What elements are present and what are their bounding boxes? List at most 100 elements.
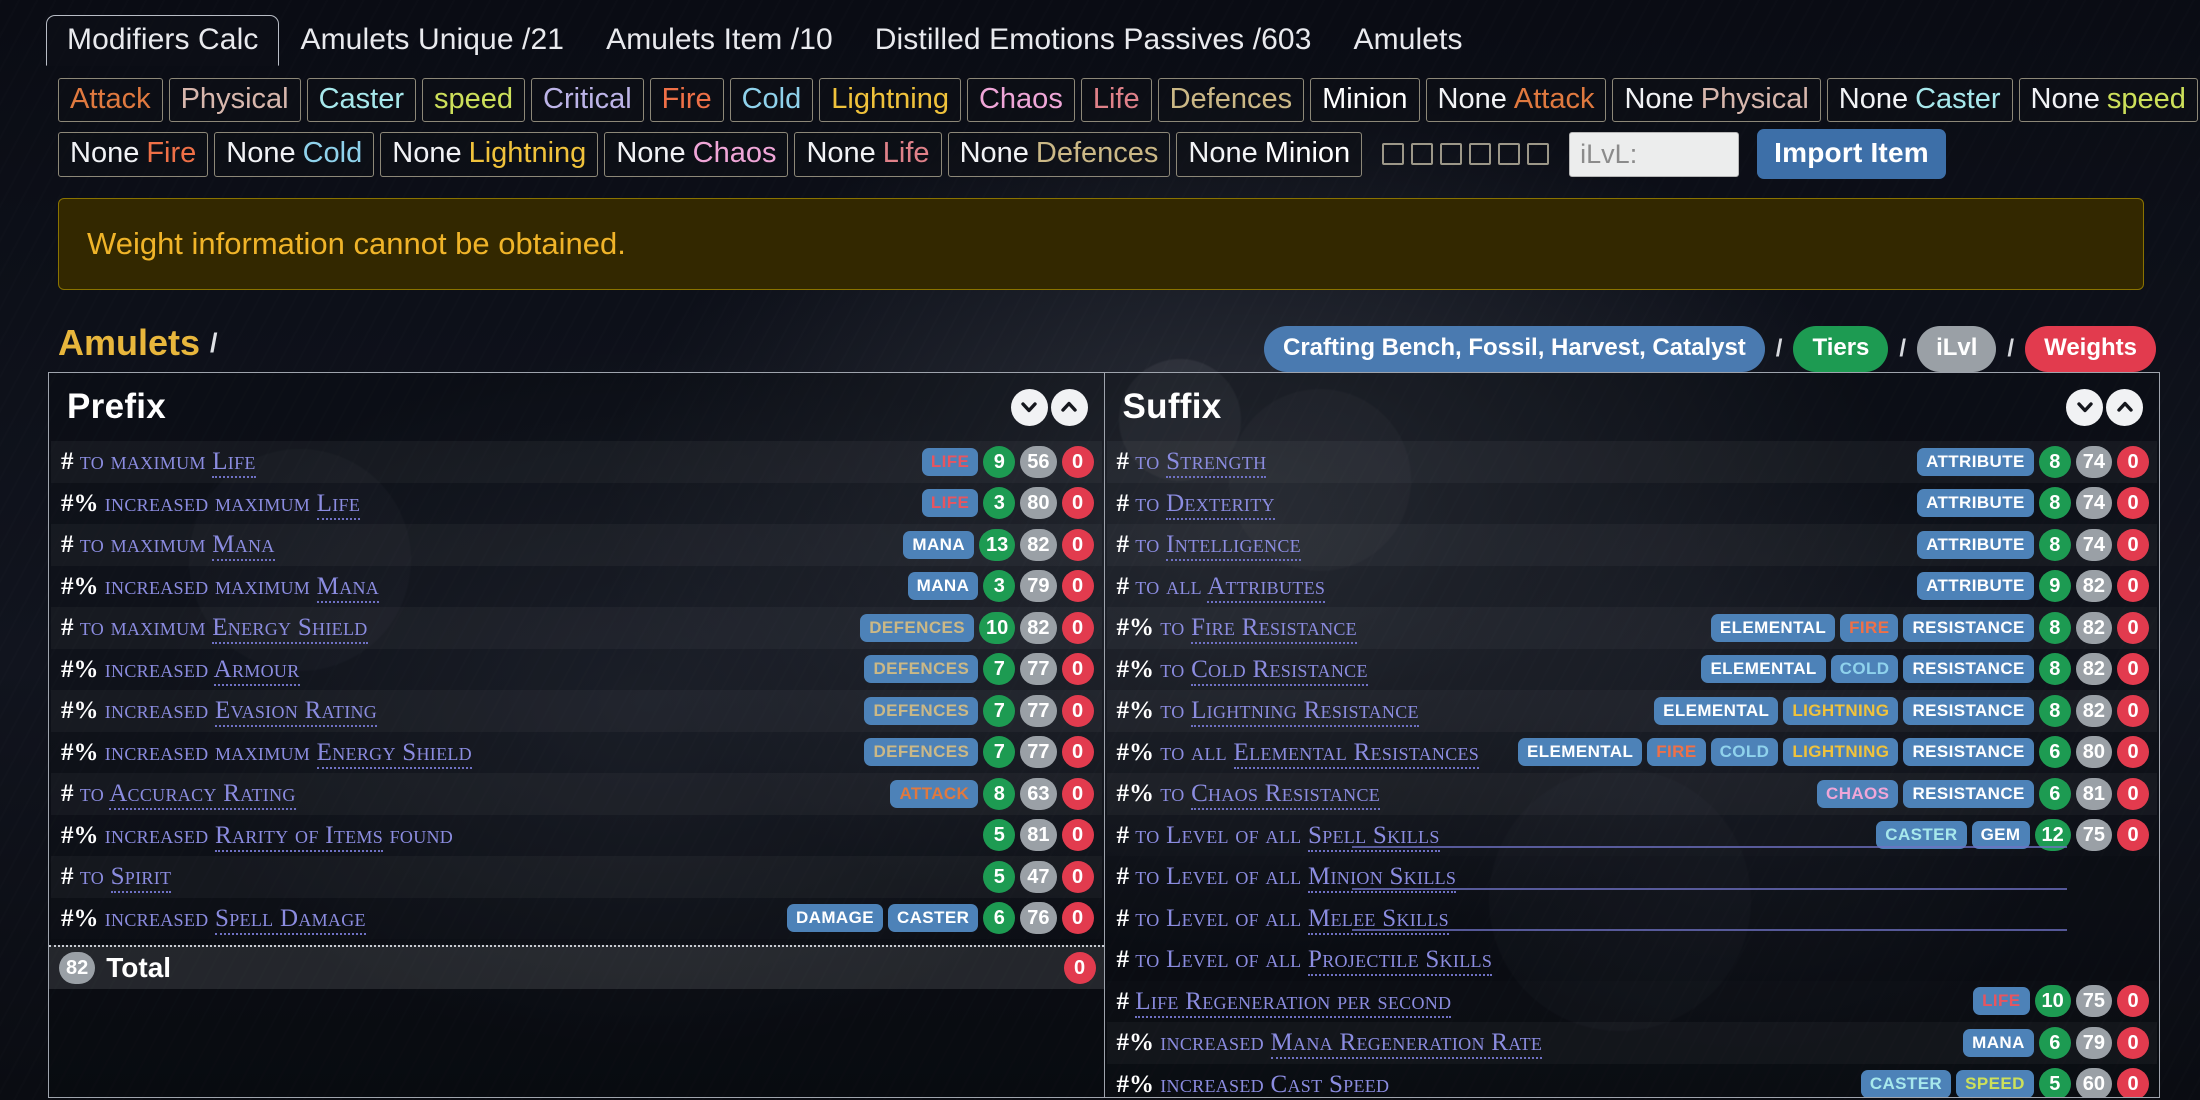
modifier-row[interactable]: #% increased maximum Life LIFE 3 80 0 bbox=[51, 483, 1102, 525]
weight-badge[interactable]: 0 bbox=[1061, 611, 1094, 644]
filter-button-none-speed[interactable]: None speed bbox=[2018, 78, 2198, 123]
ilvl-badge[interactable]: 82 bbox=[2075, 570, 2112, 603]
modifier-row[interactable]: #% increased Armour DEFENCES 7 77 0 bbox=[51, 649, 1102, 691]
weight-badge[interactable]: 0 bbox=[1061, 860, 1094, 893]
tier-badge[interactable]: 5 bbox=[983, 860, 1016, 893]
filter-checkbox-4[interactable] bbox=[1469, 143, 1492, 166]
ilvl-badge[interactable]: 74 bbox=[2075, 528, 2112, 561]
filter-button-defences[interactable]: Defences bbox=[1157, 78, 1305, 123]
weight-badge[interactable]: 0 bbox=[2117, 653, 2149, 686]
filter-button-life[interactable]: Life bbox=[1080, 78, 1152, 123]
weight-badge[interactable]: 0 bbox=[2117, 487, 2149, 520]
tag-fire[interactable]: FIRE bbox=[1647, 738, 1706, 767]
modifier-row[interactable]: # to maximum Mana MANA 13 82 0 bbox=[51, 524, 1102, 566]
pill-green[interactable]: Tiers bbox=[1793, 326, 1889, 372]
pill-blue[interactable]: Crafting Bench, Fossil, Harvest, Catalys… bbox=[1264, 326, 1765, 372]
weight-badge[interactable]: 0 bbox=[2117, 528, 2149, 561]
modifier-row[interactable]: #% increased Cast Speed CASTER SPEED 5 60 0 bbox=[1107, 1064, 2158, 1097]
tag-caster[interactable]: CASTER bbox=[1860, 1070, 1952, 1097]
filter-button-none-chaos[interactable]: None Chaos bbox=[604, 132, 789, 177]
ilvl-badge[interactable]: 74 bbox=[2075, 445, 2112, 478]
tag-life[interactable]: LIFE bbox=[1973, 987, 2030, 1016]
tier-badge[interactable]: 5 bbox=[983, 819, 1016, 852]
modifier-row[interactable]: #% to Chaos Resistance CHAOS RESISTANCE 6 81… bbox=[1106, 773, 2157, 815]
modifier-row[interactable]: #% to Fire Resistance ELEMENTAL FIRE RESIST… bbox=[1106, 607, 2157, 649]
tier-badge[interactable]: 3 bbox=[983, 487, 1016, 520]
ilvl-badge[interactable]: 82 bbox=[2075, 694, 2112, 727]
ilvl-badge[interactable]: 63 bbox=[1020, 777, 1057, 810]
tier-badge[interactable]: 7 bbox=[983, 694, 1016, 727]
modifier-row[interactable]: # to Dexterity ATTRIBUTE 8 74 0 bbox=[1107, 483, 2158, 525]
tier-badge[interactable]: 8 bbox=[2038, 528, 2071, 561]
modifier-row[interactable]: #% increased maximum Mana MANA 3 79 0 bbox=[51, 566, 1102, 608]
tier-badge[interactable]: 6 bbox=[983, 902, 1016, 935]
filter-button-minion[interactable]: Minion bbox=[1310, 78, 1420, 123]
tag-attribute[interactable]: ATTRIBUTE bbox=[1917, 530, 2034, 559]
tier-badge[interactable]: 8 bbox=[983, 777, 1016, 810]
filter-checkbox-2[interactable] bbox=[1411, 143, 1434, 166]
tier-badge[interactable]: 7 bbox=[983, 653, 1016, 686]
tag-attribute[interactable]: ATTRIBUTE bbox=[1917, 447, 2034, 476]
filter-button-critical[interactable]: Critical bbox=[531, 78, 644, 123]
tier-badge[interactable]: 8 bbox=[2038, 445, 2071, 478]
tier-badge[interactable]: 5 bbox=[2038, 1068, 2071, 1097]
ilvl-badge[interactable]: 77 bbox=[1020, 736, 1057, 769]
filter-button-chaos[interactable]: Chaos bbox=[966, 78, 1075, 123]
tab-distilled-emotions-passives-603[interactable]: Distilled Emotions Passives /603 bbox=[854, 15, 1333, 66]
modifier-row[interactable]: #% to all Elemental Resistances ELEMENTAL… bbox=[1107, 732, 2158, 774]
modifier-row[interactable]: # to Level of all Projectile Skills bbox=[1107, 939, 2158, 981]
tag-resistance[interactable]: RESISTANCE bbox=[1903, 779, 2034, 808]
filter-button-none-fire[interactable]: None Fire bbox=[58, 132, 209, 177]
weight-badge[interactable]: 0 bbox=[2117, 736, 2149, 769]
weight-badge[interactable]: 0 bbox=[1061, 570, 1094, 603]
filter-checkbox-3[interactable] bbox=[1440, 143, 1463, 166]
filter-button-none-cold[interactable]: None Cold bbox=[214, 132, 375, 177]
pill-red[interactable]: Weights bbox=[2025, 326, 2156, 372]
filter-button-speed[interactable]: speed bbox=[422, 78, 526, 123]
tier-badge[interactable]: 8 bbox=[2038, 653, 2071, 686]
tier-badge[interactable]: 8 bbox=[2038, 611, 2071, 644]
tag-speed[interactable]: SPEED bbox=[1956, 1070, 2034, 1097]
filter-checkbox-5[interactable] bbox=[1498, 143, 1521, 166]
weight-badge[interactable]: 0 bbox=[1061, 528, 1094, 561]
filter-button-fire[interactable]: Fire bbox=[649, 78, 724, 123]
ilvl-badge[interactable]: 80 bbox=[1020, 487, 1057, 520]
chevron-up-icon[interactable] bbox=[1050, 388, 1088, 426]
filter-button-none-lightning[interactable]: None Lightning bbox=[380, 132, 599, 177]
ilvl-badge[interactable]: 79 bbox=[2075, 1026, 2112, 1059]
filter-button-attack[interactable]: Attack bbox=[58, 78, 163, 123]
tag-attribute[interactable]: ATTRIBUTE bbox=[1917, 489, 2034, 518]
tag-defences[interactable]: DEFENCES bbox=[864, 696, 979, 725]
filter-button-lightning[interactable]: Lightning bbox=[819, 78, 961, 123]
ilvl-badge[interactable]: 56 bbox=[1020, 445, 1057, 478]
tag-resistance[interactable]: RESISTANCE bbox=[1903, 738, 2034, 767]
tag-life[interactable]: LIFE bbox=[921, 447, 979, 476]
ilvl-input[interactable]: iLvL: bbox=[1569, 131, 1740, 177]
page-title[interactable]: Amulets bbox=[58, 322, 200, 364]
ilvl-badge[interactable]: 76 bbox=[1020, 902, 1057, 935]
tag-mana[interactable]: MANA bbox=[903, 530, 974, 559]
tab-amulets-unique-21[interactable]: Amulets Unique /21 bbox=[279, 15, 585, 66]
ilvl-badge[interactable]: 75 bbox=[2075, 985, 2112, 1018]
tab-modifiers-calc[interactable]: Modifiers Calc bbox=[46, 15, 280, 66]
ilvl-badge[interactable]: 81 bbox=[1020, 819, 1057, 852]
weight-badge[interactable]: 0 bbox=[1061, 777, 1094, 810]
weight-badge[interactable]: 0 bbox=[1061, 653, 1094, 686]
tag-defences[interactable]: DEFENCES bbox=[864, 655, 979, 684]
modifier-row[interactable]: #% increased maximum Energy Shield DEFENC… bbox=[51, 732, 1102, 774]
filter-button-none-defences[interactable]: None Defences bbox=[947, 132, 1171, 177]
weight-badge[interactable]: 0 bbox=[1061, 819, 1094, 852]
chevron-up-icon[interactable] bbox=[2106, 388, 2143, 426]
ilvl-badge[interactable]: 82 bbox=[2075, 653, 2112, 686]
weight-badge[interactable]: 0 bbox=[2117, 611, 2149, 644]
filter-button-none-minion[interactable]: None Minion bbox=[1176, 132, 1363, 177]
weight-badge[interactable]: 0 bbox=[2117, 1026, 2149, 1059]
tier-badge[interactable]: 3 bbox=[983, 570, 1016, 603]
tier-badge[interactable]: 6 bbox=[2038, 736, 2071, 769]
modifier-row[interactable]: # to Accuracy Rating ATTACK 8 63 0 bbox=[51, 773, 1102, 815]
tag-lightning[interactable]: LIGHTNING bbox=[1783, 696, 1899, 725]
tag-resistance[interactable]: RESISTANCE bbox=[1903, 696, 2034, 725]
ilvl-badge[interactable]: 82 bbox=[2075, 611, 2112, 644]
weight-badge[interactable]: 0 bbox=[1061, 902, 1094, 935]
weight-badge[interactable]: 0 bbox=[1061, 736, 1094, 769]
